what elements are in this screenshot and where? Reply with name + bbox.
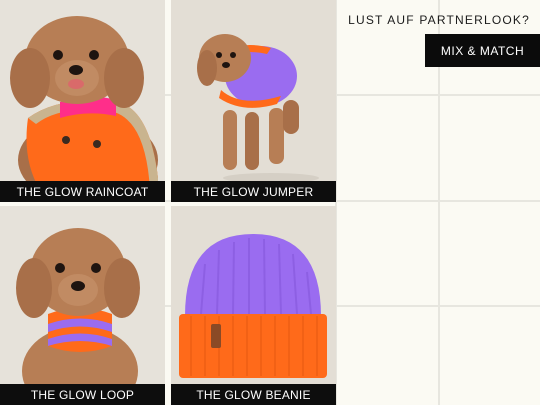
product-title[interactable]: THE GLOW JUMPER <box>171 181 336 202</box>
mix-and-match-button[interactable]: MIX & MATCH <box>425 34 540 67</box>
product-title[interactable]: THE GLOW RAINCOAT <box>0 181 165 202</box>
beanie-image <box>171 206 336 405</box>
product-title[interactable]: THE GLOW BEANIE <box>171 384 336 405</box>
dog-loop-image <box>0 206 165 405</box>
product-card-jumper[interactable]: THE GLOW JUMPER <box>171 0 336 202</box>
dog-jumper-image <box>171 0 336 202</box>
product-title[interactable]: THE GLOW LOOP <box>0 384 165 405</box>
dog-raincoat-image <box>0 0 165 202</box>
product-card-loop[interactable]: THE GLOW LOOP <box>0 206 165 405</box>
product-card-raincoat[interactable]: THE GLOW RAINCOAT <box>0 0 165 202</box>
product-card-beanie[interactable]: THE GLOW BEANIE <box>171 206 336 405</box>
partnerlook-heading: LUST AUF PARTNERLOOK? <box>348 13 530 27</box>
